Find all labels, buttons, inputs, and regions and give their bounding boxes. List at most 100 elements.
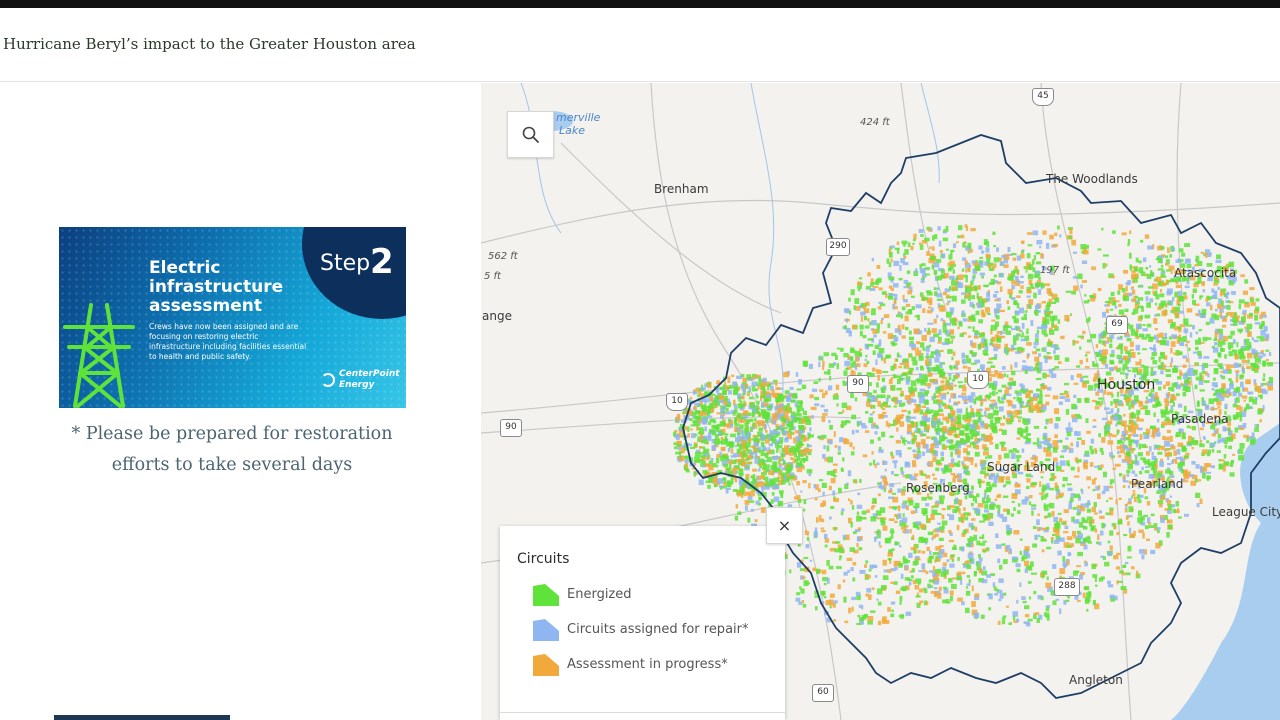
- circuit-speckle: [1169, 254, 1172, 258]
- circuit-speckle: [995, 533, 999, 538]
- circuit-speckle: [1149, 446, 1152, 452]
- circuit-speckle: [850, 451, 855, 456]
- circuit-speckle: [1151, 463, 1155, 469]
- circuit-speckle: [922, 569, 926, 573]
- circuit-speckle: [943, 466, 948, 472]
- circuit-speckle: [859, 324, 864, 330]
- circuit-speckle: [994, 417, 1000, 421]
- circuit-speckle: [1251, 337, 1254, 341]
- circuit-speckle: [965, 432, 970, 439]
- circuit-speckle: [851, 429, 855, 435]
- circuit-speckle: [850, 356, 854, 362]
- circuit-speckle: [1034, 534, 1037, 540]
- circuit-speckle: [993, 478, 998, 483]
- circuit-speckle: [1165, 368, 1171, 373]
- circuit-speckle: [934, 446, 939, 449]
- circuit-speckle: [948, 376, 952, 380]
- circuit-speckle: [760, 507, 766, 513]
- circuit-speckle: [1172, 396, 1177, 401]
- circuit-speckle: [965, 607, 970, 614]
- circuit-speckle: [984, 423, 988, 430]
- circuit-speckle: [1019, 389, 1025, 394]
- circuit-speckle: [918, 355, 924, 361]
- circuit-speckle: [996, 303, 1002, 309]
- circuit-speckle: [953, 433, 957, 437]
- circuit-speckle: [1090, 449, 1095, 455]
- circuit-speckle: [1144, 291, 1151, 295]
- circuit-speckle: [819, 389, 824, 393]
- circuit-speckle: [1005, 330, 1012, 335]
- circuit-speckle: [961, 310, 965, 316]
- circuit-speckle: [942, 416, 949, 421]
- circuit-speckle: [1067, 463, 1071, 467]
- circuit-speckle: [1055, 598, 1060, 601]
- circuit-speckle: [825, 390, 828, 396]
- circuit-speckle: [1095, 344, 1099, 349]
- circuit-speckle: [1118, 303, 1122, 307]
- circuit-speckle: [902, 530, 906, 533]
- circuit-speckle: [1124, 503, 1128, 507]
- circuit-speckle: [1247, 359, 1250, 364]
- circuit-speckle: [766, 456, 772, 463]
- circuit-speckle: [1157, 365, 1163, 370]
- circuit-speckle: [1217, 286, 1220, 291]
- circuit-speckle: [1134, 454, 1137, 458]
- circuit-speckle: [1005, 393, 1012, 396]
- circuit-speckle: [1164, 448, 1170, 451]
- circuit-speckle: [824, 533, 828, 539]
- circuit-speckle: [1165, 469, 1172, 474]
- circuit-speckle: [958, 274, 964, 281]
- circuit-speckle: [1024, 441, 1031, 445]
- circuit-speckle: [888, 293, 895, 296]
- circuit-speckle: [1234, 427, 1239, 433]
- circuit-speckle: [961, 352, 965, 359]
- circuit-speckle: [1263, 353, 1266, 357]
- circuit-speckle: [1084, 397, 1090, 404]
- circuit-speckle: [868, 417, 874, 424]
- circuit-speckle: [1195, 346, 1199, 351]
- circuit-speckle: [1192, 325, 1195, 330]
- circuit-speckle: [1144, 234, 1150, 239]
- circuit-speckle: [1114, 402, 1118, 408]
- circuit-speckle: [990, 573, 996, 577]
- circuit-speckle: [993, 346, 998, 352]
- circuit-speckle: [980, 459, 983, 464]
- circuit-speckle: [1121, 287, 1126, 293]
- circuit-speckle: [822, 500, 826, 506]
- circuit-speckle: [1034, 310, 1036, 315]
- circuit-speckle: [1003, 373, 1006, 377]
- circuit-speckle: [1099, 447, 1104, 452]
- circuit-speckle: [1002, 325, 1008, 332]
- circuit-speckle: [1043, 505, 1049, 511]
- circuit-speckle: [1228, 378, 1232, 382]
- circuit-speckle: [974, 463, 978, 468]
- circuit-speckle: [864, 316, 867, 321]
- circuit-speckle: [882, 575, 889, 580]
- circuit-speckle: [1198, 329, 1202, 332]
- circuit-speckle: [877, 437, 881, 441]
- circuit-speckle: [1116, 580, 1119, 585]
- circuit-speckle: [1248, 341, 1252, 348]
- circuit-speckle: [1207, 373, 1210, 378]
- circuit-speckle: [1141, 554, 1145, 560]
- circuit-speckle: [1007, 413, 1012, 418]
- circuit-speckle: [989, 377, 992, 382]
- circuit-speckle: [1154, 314, 1157, 317]
- circuit-speckle: [927, 386, 931, 389]
- circuit-speckle: [1006, 399, 1011, 403]
- circuit-speckle: [1258, 352, 1264, 355]
- circuit-speckle: [1127, 369, 1132, 372]
- circuit-speckle: [993, 274, 997, 278]
- circuit-speckle: [877, 374, 880, 381]
- circuit-speckle: [1182, 432, 1186, 438]
- circuit-speckle: [951, 339, 954, 342]
- circuit-speckle: [847, 470, 852, 477]
- circuit-speckle: [1030, 283, 1034, 289]
- circuit-speckle: [1001, 617, 1006, 620]
- circuit-speckle: [1146, 323, 1152, 328]
- circuit-speckle: [1041, 527, 1048, 531]
- circuit-speckle: [1241, 395, 1248, 399]
- circuit-speckle: [823, 371, 830, 375]
- circuit-speckle: [1057, 537, 1062, 542]
- circuit-speckle: [1183, 474, 1189, 480]
